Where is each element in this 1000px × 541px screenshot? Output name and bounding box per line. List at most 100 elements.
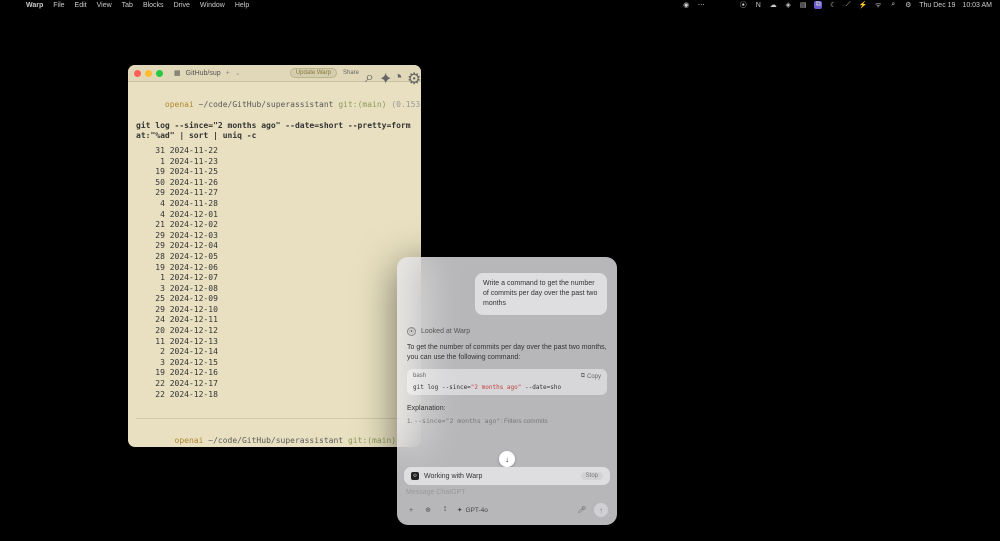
status-icon-2[interactable]: ◈ (784, 1, 792, 9)
copy-button[interactable]: ⧉ Copy (581, 373, 601, 380)
output-row: 3 2024-12-15 (136, 358, 413, 369)
output-row: 19 2024-12-06 (136, 263, 413, 274)
control-center-icon[interactable]: ⚙ (904, 1, 912, 9)
dots-icon[interactable]: ⋯ (697, 1, 705, 9)
terminal-body[interactable]: openai ~/code/GitHub/superassistant git:… (128, 82, 421, 447)
output-row: 29 2024-12-04 (136, 241, 413, 252)
assistant-step-label: Looked at Warp (421, 328, 470, 335)
moon-icon[interactable]: ☾ (829, 1, 837, 9)
output-row: 11 2024-12-13 (136, 337, 413, 348)
copy-icon: ⧉ (581, 373, 585, 380)
app-badge-icon: ⟐ (411, 472, 419, 480)
apple-icon[interactable] (8, 1, 16, 9)
prompt-git-2: git:(main) (348, 436, 396, 445)
assistant-intro: To get the number of commits per day ove… (407, 343, 607, 363)
status-icon-3[interactable]: ▤ (799, 1, 807, 9)
menubar-item-window[interactable]: Window (200, 2, 225, 9)
chatgpt-panel: Write a command to get the number of com… (397, 257, 617, 525)
output-row: 20 2024-12-12 (136, 326, 413, 337)
traffic-lights (134, 70, 163, 77)
maximize-button[interactable] (156, 70, 163, 77)
menubar-item-view[interactable]: View (97, 2, 112, 9)
menubar-item-blocks[interactable]: Blocks (143, 2, 164, 9)
menubar-item-tab[interactable]: Tab (122, 2, 133, 9)
arrow-down-icon: ↓ (505, 455, 509, 464)
notifications-icon[interactable]: ◔ (393, 69, 401, 77)
menubar-app-name[interactable]: Warp (26, 2, 43, 9)
output-row: 25 2024-12-09 (136, 294, 413, 305)
output-row: 29 2024-12-10 (136, 305, 413, 316)
microphone-icon[interactable]: 🎤︎ (577, 505, 587, 515)
globe-icon[interactable]: ⊕ (423, 505, 433, 515)
prompt-timing: (0.153s) (391, 100, 421, 109)
menubar-item-help[interactable]: Help (235, 2, 249, 9)
menubar-time[interactable]: 10:03 AM (962, 2, 992, 9)
prompt-path-2: ~/code/GitHub/superassistant (208, 436, 343, 445)
menubar-item-file[interactable]: File (53, 2, 64, 9)
output-row: 22 2024-12-17 (136, 379, 413, 390)
output-row: 1 2024-11-23 (136, 157, 413, 168)
prompt-user: openai (165, 100, 194, 109)
output-row: 2 2024-12-14 (136, 347, 413, 358)
output-row: 24 2024-12-11 (136, 315, 413, 326)
screen-record-icon[interactable]: ⧉ (814, 1, 822, 9)
wifi-icon[interactable]: ᯤ (874, 1, 882, 9)
macos-menubar: Warp File Edit View Tab Blocks Drive Win… (0, 0, 1000, 10)
output-row: 4 2024-11-28 (136, 199, 413, 210)
menubar-date[interactable]: Thu Dec 19 (919, 2, 955, 9)
command-palette-icon[interactable]: ⌕ (365, 69, 373, 77)
working-label: Working with Warp (424, 473, 482, 480)
output-row: 1 2024-12-07 (136, 273, 413, 284)
share-button[interactable]: Share (343, 70, 359, 76)
prompt-user-2: openai (175, 436, 204, 445)
tab-menu-chevron-icon[interactable]: ⌄ (235, 69, 241, 77)
user-message: Write a command to get the number of com… (475, 273, 607, 315)
tools-icon[interactable]: ⟟ (440, 505, 450, 515)
arrow-up-icon: ↑ (599, 506, 603, 515)
chat-input-area: Message ChatGPT + ⊕ ⟟ ✦ GPT-4o 🎤︎ ↑ (397, 489, 617, 525)
tab-title[interactable]: GitHub/sup (186, 70, 221, 77)
send-button[interactable]: ↑ (594, 503, 608, 517)
working-status-bar: ⟐ Working with Warp Stop (404, 467, 610, 485)
update-warp-button[interactable]: Update Warp (290, 68, 337, 78)
output-row: 4 2024-12-01 (136, 210, 413, 221)
status-icon-1[interactable]: ⦿ (739, 1, 747, 9)
output-row: 22 2024-12-18 (136, 390, 413, 401)
explanation-item: 1. --since="2 months ago": Filters commi… (407, 417, 607, 426)
battery-icon[interactable]: ⚡ (859, 1, 867, 9)
status-icon-4[interactable]: ⟋ (844, 1, 852, 9)
menubar-item-edit[interactable]: Edit (75, 2, 87, 9)
minimize-button[interactable] (145, 70, 152, 77)
output-row: 31 2024-11-22 (136, 146, 413, 157)
settings-icon[interactable]: ⚙ (407, 69, 415, 77)
output-row: 21 2024-12-02 (136, 220, 413, 231)
record-icon[interactable]: ◉ (682, 1, 690, 9)
output-row: 19 2024-12-16 (136, 368, 413, 379)
close-button[interactable] (134, 70, 141, 77)
stop-button[interactable]: Stop (581, 472, 603, 480)
prompt-path: ~/code/GitHub/superassistant (199, 100, 334, 109)
output-row: 19 2024-11-25 (136, 167, 413, 178)
sparkle-icon[interactable]: ✦ (379, 69, 387, 77)
new-tab-button[interactable]: + (226, 70, 230, 77)
sparkle-icon: ✦ (457, 506, 462, 514)
chat-input[interactable]: Message ChatGPT (406, 489, 608, 496)
model-selector[interactable]: ✦ GPT-4o (457, 506, 488, 514)
notion-icon[interactable]: N (754, 1, 762, 9)
output-row: 29 2024-11-27 (136, 188, 413, 199)
output-row: 29 2024-12-03 (136, 231, 413, 242)
eye-icon: ⦿ (407, 327, 416, 336)
code-language-label: bash (413, 373, 426, 380)
output-row: 3 2024-12-08 (136, 284, 413, 295)
code-content: git log --since="2 months ago" --date=sh… (413, 384, 601, 391)
search-icon[interactable]: ⌕ (889, 1, 897, 9)
menubar-item-drive[interactable]: Drive (174, 2, 190, 9)
cloud-icon[interactable]: ☁ (769, 1, 777, 9)
warp-window: ▦ GitHub/sup + ⌄ Update Warp Share ⌕ ✦ ◔… (128, 65, 421, 447)
chat-messages[interactable]: Write a command to get the number of com… (397, 257, 617, 467)
scroll-down-button[interactable]: ↓ (499, 451, 515, 467)
tab-icon: ▦ (174, 69, 181, 77)
explanation-title: Explanation: (407, 405, 607, 412)
warp-titlebar[interactable]: ▦ GitHub/sup + ⌄ Update Warp Share ⌕ ✦ ◔… (128, 65, 421, 82)
attach-button[interactable]: + (406, 505, 416, 515)
